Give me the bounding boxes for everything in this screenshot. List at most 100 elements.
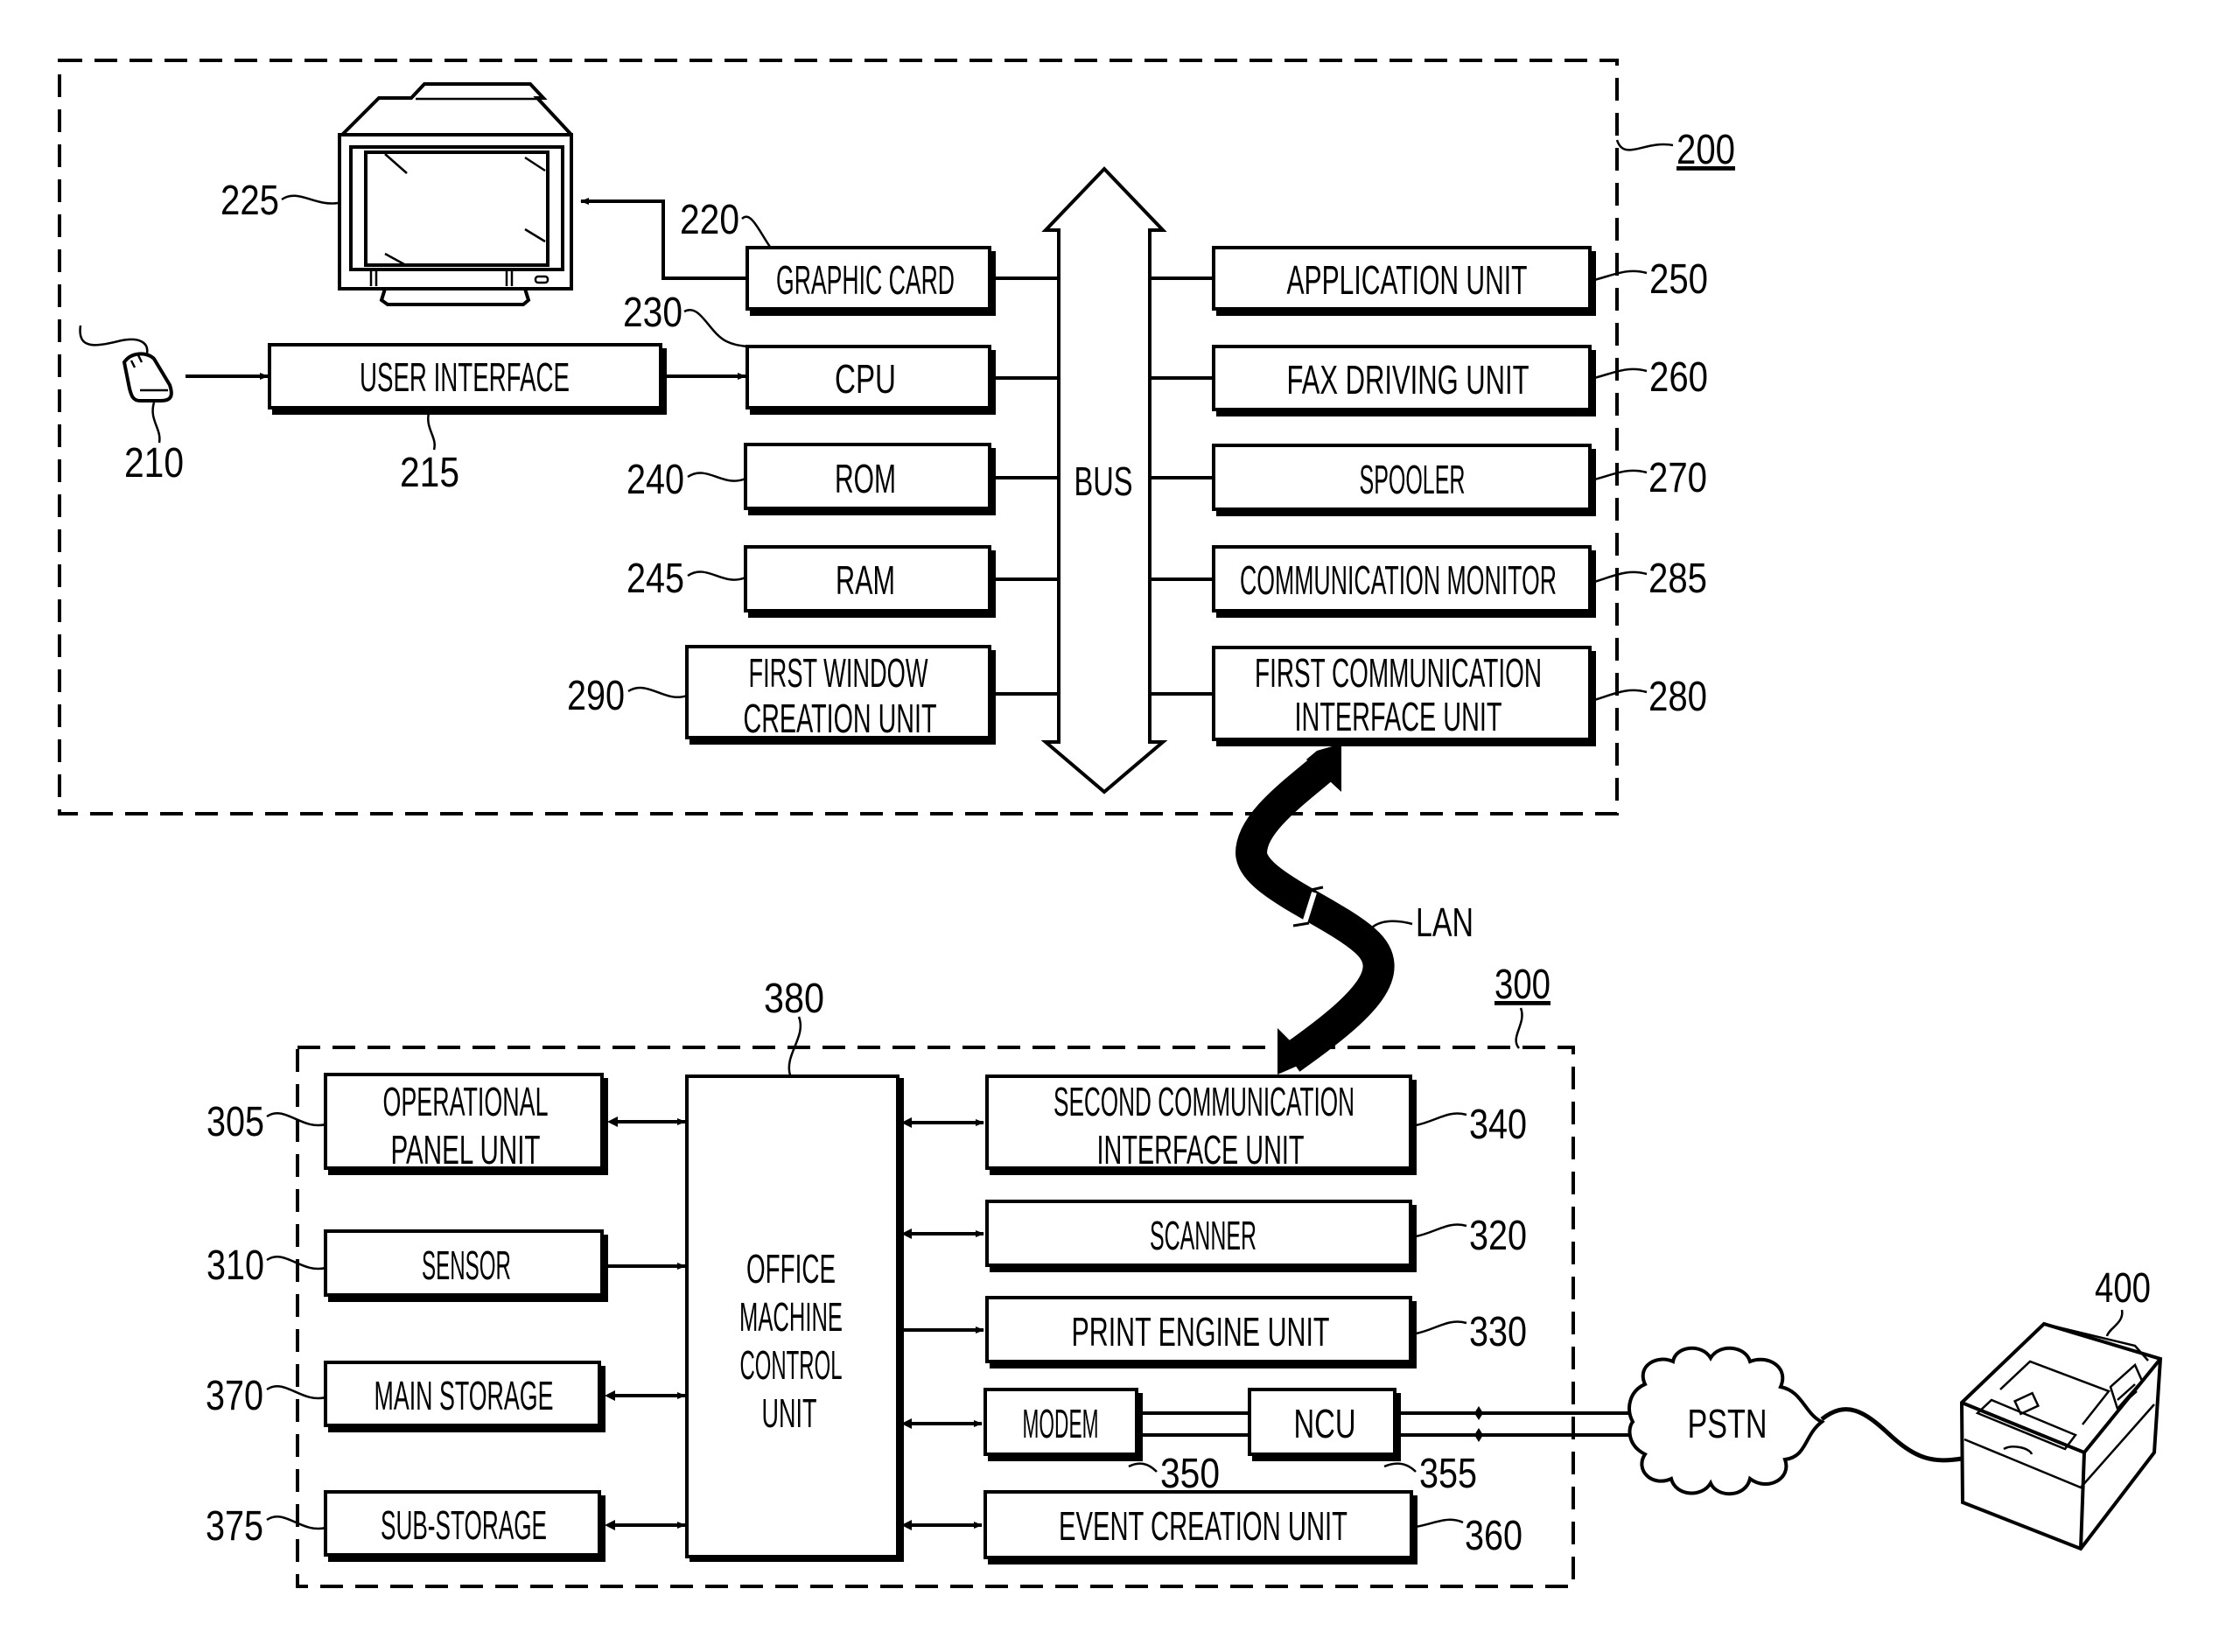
ref-220: 220: [680, 197, 739, 243]
lan-link: [1235, 744, 1395, 1074]
ref-260-leader: [1593, 368, 1648, 380]
monitor-icon: [338, 82, 573, 306]
ref-400: 400: [2095, 1265, 2151, 1312]
ref-250: 250: [1649, 256, 1708, 303]
ref-280-leader: [1593, 689, 1648, 702]
ref-355: 355: [1419, 1451, 1477, 1497]
block-event-creation-unit: EVENT CREATION UNIT: [984, 1490, 1413, 1559]
omcu-left-connectors: [605, 1116, 686, 1530]
ref-240-leader: [687, 472, 746, 482]
omcu-right-connectors: [901, 1117, 984, 1530]
svg-text:USER INTERFACE: USER INTERFACE: [360, 354, 570, 400]
svg-text:SENSOR: SENSOR: [422, 1242, 511, 1288]
svg-text:SUB-STORAGE: SUB-STORAGE: [381, 1502, 547, 1548]
ref-210: 210: [124, 440, 184, 486]
svg-text:ROM: ROM: [835, 456, 896, 501]
ref-305: 305: [206, 1099, 264, 1145]
svg-text:MODEM: MODEM: [1023, 1401, 1099, 1446]
ref-400-leader: [2105, 1309, 2124, 1337]
ref-245-leader: [687, 570, 746, 581]
svg-text:FAX DRIVING UNIT: FAX DRIVING UNIT: [1287, 357, 1530, 402]
block-communication-monitor: COMMUNICATION MONITOR: [1212, 545, 1592, 612]
ref-240: 240: [626, 457, 684, 503]
ref-225-leader: [281, 194, 339, 205]
svg-text:INTERFACE UNIT: INTERFACE UNIT: [1097, 1127, 1305, 1172]
svg-text:FIRST COMMUNICATION: FIRST COMMUNICATION: [1255, 650, 1542, 696]
ref-220-leader: [741, 215, 772, 248]
block-ram: RAM: [744, 545, 991, 612]
ref-230: 230: [623, 290, 682, 336]
block-rom: ROM: [744, 443, 991, 510]
svg-text:SPOOLER: SPOOLER: [1360, 457, 1466, 502]
svg-text:MAIN STORAGE: MAIN STORAGE: [374, 1373, 554, 1418]
svg-text:SECOND COMMUNICATION: SECOND COMMUNICATION: [1054, 1079, 1354, 1124]
ref-210-leader: [151, 402, 161, 444]
ref-285-leader: [1593, 570, 1648, 584]
svg-text:OPERATIONAL: OPERATIONAL: [383, 1079, 549, 1124]
ref-320-leader: [1415, 1223, 1467, 1238]
ref-370: 370: [206, 1373, 263, 1419]
block-cpu: CPU: [746, 345, 991, 410]
mouse-icon: [79, 325, 173, 402]
block-spooler: SPOOLER: [1212, 444, 1592, 511]
block-ncu: NCU: [1248, 1388, 1396, 1456]
svg-text:SCANNER: SCANNER: [1150, 1213, 1256, 1258]
ref-340-leader: [1415, 1112, 1467, 1127]
block-application-unit: APPLICATION UNIT: [1212, 246, 1592, 311]
ref-280: 280: [1648, 674, 1707, 720]
ref-290-leader: [627, 686, 688, 698]
ref-200: 200: [1676, 127, 1735, 173]
ref-290: 290: [567, 673, 625, 719]
block-sub-storage: SUB-STORAGE: [324, 1490, 601, 1557]
svg-text:INTERFACE UNIT: INTERFACE UNIT: [1295, 694, 1502, 739]
ref-350-leader: [1128, 1462, 1158, 1473]
ref-320: 320: [1469, 1213, 1527, 1259]
ref-360-leader: [1415, 1518, 1464, 1529]
ref-215-leader: [427, 412, 436, 451]
svg-text:NCU: NCU: [1294, 1401, 1356, 1446]
svg-text:CPU: CPU: [835, 356, 896, 402]
bus-arrow: BUS: [1040, 166, 1168, 794]
ref-360: 360: [1465, 1513, 1522, 1559]
bus-label: BUS: [1074, 458, 1133, 504]
ref-245: 245: [626, 556, 684, 602]
block-sensor: SENSOR: [324, 1229, 604, 1297]
svg-text:CONTROL: CONTROL: [740, 1342, 843, 1388]
block-first-communication-interface-unit: FIRST COMMUNICATION INTERFACE UNIT: [1212, 646, 1592, 741]
ref-260: 260: [1649, 354, 1708, 401]
svg-text:PANEL UNIT: PANEL UNIT: [391, 1127, 541, 1172]
block-modem: MODEM: [984, 1388, 1138, 1456]
svg-text:EVENT CREATION UNIT: EVENT CREATION UNIT: [1059, 1503, 1348, 1549]
ref-355-leader: [1383, 1462, 1417, 1473]
pstn-cloud-icon: PSTN: [1628, 1346, 1825, 1496]
pstn-label: PSTN: [1688, 1401, 1768, 1446]
block-fax-driving-unit: FAX DRIVING UNIT: [1212, 345, 1592, 411]
svg-text:OFFICE: OFFICE: [746, 1246, 836, 1292]
block-print-engine-unit: PRINT ENGINE UNIT: [985, 1296, 1412, 1363]
block-second-communication-interface-unit: SECOND COMMUNICATION INTERFACE UNIT: [985, 1074, 1412, 1172]
block-graphic-card: GRAPHIC CARD: [746, 246, 991, 311]
lan-label: LAN: [1416, 900, 1474, 945]
svg-text:GRAPHIC CARD: GRAPHIC CARD: [776, 257, 955, 303]
svg-text:APPLICATION UNIT: APPLICATION UNIT: [1287, 257, 1528, 303]
ref-300: 300: [1494, 962, 1550, 1008]
block-office-machine-control-unit: OFFICE MACHINE CONTROL UNIT: [685, 1074, 900, 1558]
ref-200-leader: [1615, 139, 1674, 151]
block-first-window-creation-unit: FIRST WINDOW CREATION UNIT: [685, 645, 991, 741]
svg-text:MACHINE: MACHINE: [739, 1294, 843, 1340]
block-diagram: 200 225 210 USER INTERFACE 215 GRAPHIC C…: [58, 59, 2163, 1588]
svg-text:CREATION UNIT: CREATION UNIT: [744, 696, 937, 741]
ref-370-leader: [266, 1384, 326, 1400]
ref-225: 225: [220, 178, 279, 224]
svg-text:FIRST WINDOW: FIRST WINDOW: [749, 650, 928, 696]
ref-230-leader: [683, 308, 748, 348]
svg-text:UNIT: UNIT: [762, 1390, 817, 1436]
svg-text:COMMUNICATION MONITOR: COMMUNICATION MONITOR: [1240, 557, 1557, 603]
ref-380: 380: [764, 976, 824, 1022]
ref-330-leader: [1415, 1320, 1467, 1335]
ref-300-leader: [1515, 1007, 1523, 1049]
ref-340: 340: [1469, 1102, 1527, 1148]
ref-330: 330: [1469, 1309, 1527, 1355]
fax-machine-icon: [1959, 1321, 2163, 1551]
svg-text:PRINT ENGINE UNIT: PRINT ENGINE UNIT: [1072, 1309, 1330, 1354]
